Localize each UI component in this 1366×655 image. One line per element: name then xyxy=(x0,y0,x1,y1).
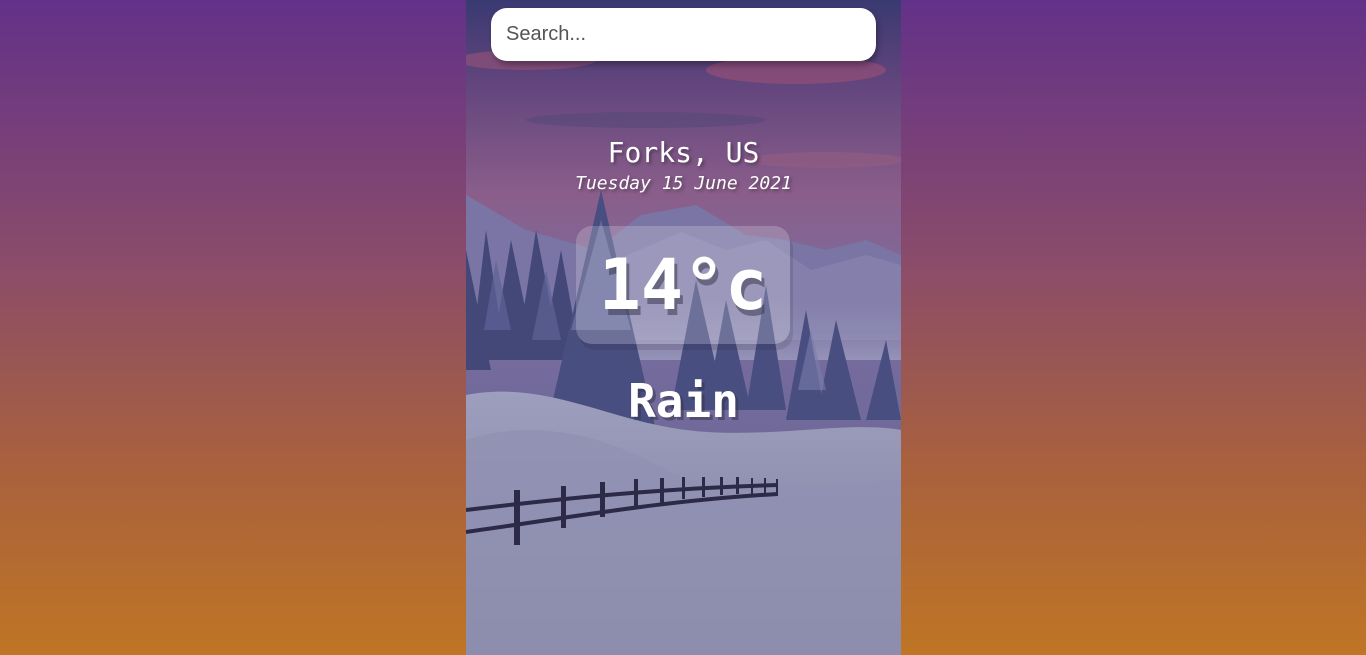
weather-app: Forks, US Tuesday 15 June 2021 14°c Rain xyxy=(466,0,901,655)
location-label: Forks, US xyxy=(607,136,760,169)
temperature-card: 14°c xyxy=(576,226,790,344)
search-input[interactable] xyxy=(491,8,876,61)
date-label: Tuesday 15 June 2021 xyxy=(575,173,792,194)
search-box[interactable] xyxy=(491,8,876,61)
weather-condition: Rain xyxy=(628,374,739,428)
temperature-value: 14°c xyxy=(598,244,768,326)
